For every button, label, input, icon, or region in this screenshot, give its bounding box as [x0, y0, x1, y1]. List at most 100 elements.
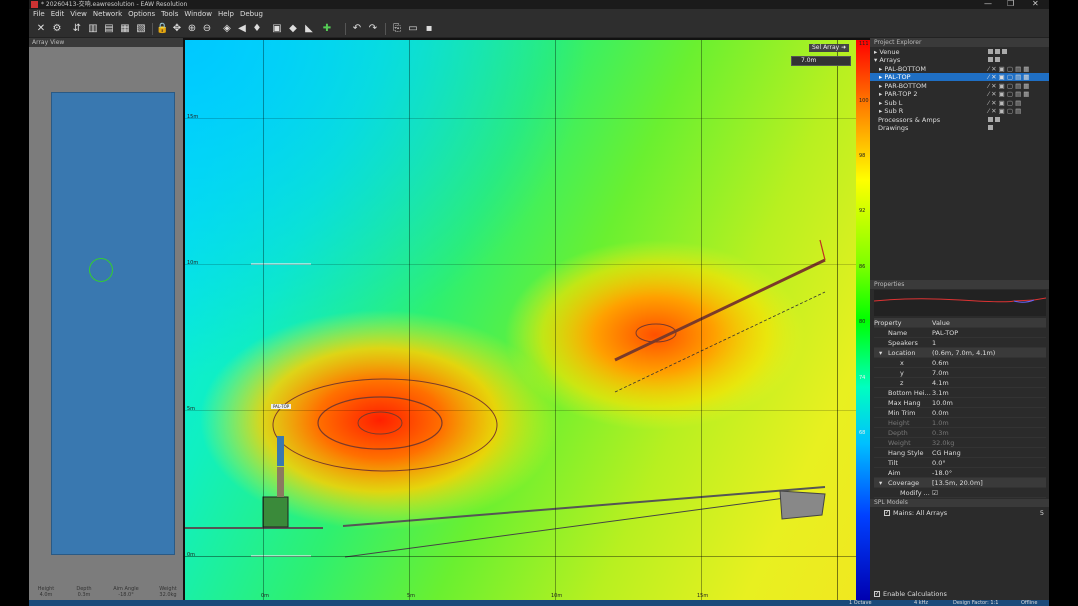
- tree-item-par-top-2[interactable]: ▸ PAR-TOP 2 ⁄ ✕ ▣ ▢ ▤ ▦: [870, 90, 1049, 98]
- tools-icon[interactable]: ✕: [35, 23, 47, 35]
- property-row[interactable]: Modify ... ☑: [874, 488, 1046, 498]
- height-field[interactable]: 7.0m: [791, 56, 851, 66]
- property-row[interactable]: Min Trim 0.0m: [874, 408, 1046, 418]
- property-row[interactable]: Weight 32.0kg: [874, 438, 1046, 448]
- spl-model-checkbox[interactable]: ✓: [884, 510, 890, 516]
- pan-icon[interactable]: ✥: [171, 23, 183, 35]
- menu-tools[interactable]: Tools: [161, 10, 178, 18]
- spl-model-mains[interactable]: ✓ Mains: All Arrays 5: [884, 509, 1044, 517]
- property-key: ▾ Location: [879, 349, 916, 357]
- property-row[interactable]: Bottom Hei... 3.1m: [874, 388, 1046, 398]
- spl-icon[interactable]: ▣: [271, 23, 283, 35]
- property-value[interactable]: 10.0m: [932, 398, 953, 408]
- sel-array-button[interactable]: Sel Array ➜: [809, 44, 850, 52]
- property-row[interactable]: Aim -18.0°: [874, 468, 1046, 478]
- property-value[interactable]: (0.6m, 7.0m, 4.1m): [932, 348, 995, 358]
- menu-options[interactable]: Options: [128, 10, 155, 18]
- open-icon[interactable]: ▭: [407, 23, 419, 35]
- properties-title: Properties: [870, 280, 1049, 289]
- property-row[interactable]: Max Hang 10.0m: [874, 398, 1046, 408]
- close-button[interactable]: ✕: [1032, 0, 1039, 8]
- property-key: Name: [888, 329, 908, 337]
- property-key: Weight: [888, 439, 911, 447]
- maximize-button[interactable]: ❐: [1007, 0, 1014, 8]
- property-row[interactable]: ▾ Coverage [13.5m, 20.0m]: [874, 478, 1046, 488]
- property-row[interactable]: Speakers 1: [874, 338, 1046, 348]
- tree-item-sub-r[interactable]: ▸ Sub R ⁄ ✕ ▣ ▢ ▤: [870, 107, 1049, 115]
- array-icon[interactable]: ⚙: [51, 23, 63, 35]
- tree-item-venue[interactable]: ▸ Venue: [870, 48, 1049, 56]
- tree-item-pal-top[interactable]: ▸ PAL-TOP ⁄ ✕ ▣ ▢ ▤ ▦: [870, 73, 1049, 81]
- zoom-in-icon[interactable]: ⊕: [186, 23, 198, 35]
- property-row[interactable]: ▾ Location (0.6m, 7.0m, 4.1m): [874, 348, 1046, 358]
- property-key: Modify ...: [900, 489, 930, 497]
- property-value[interactable]: 0.0°: [932, 458, 946, 468]
- property-value[interactable]: CG Hang: [932, 448, 961, 458]
- property-value[interactable]: ☑: [932, 488, 938, 498]
- align-icon[interactable]: ⇵: [71, 23, 83, 35]
- property-value[interactable]: 3.1m: [932, 388, 949, 398]
- property-row[interactable]: y 7.0m: [874, 368, 1046, 378]
- property-value[interactable]: 1.0m: [932, 418, 949, 428]
- align-right-icon[interactable]: ▦: [119, 23, 131, 35]
- spl-plot-view[interactable]: 15m 10m 5m 0m 0m 5m 10m 15m PAL-TOP Sel …: [183, 38, 870, 600]
- speaker-icon[interactable]: ◀: [236, 23, 248, 35]
- speaker-tag[interactable]: PAL-TOP: [271, 404, 292, 409]
- enable-calculations[interactable]: ✓ Enable Calculations: [874, 590, 1034, 598]
- measure-icon[interactable]: ◈: [221, 23, 233, 35]
- redo-icon[interactable]: ↷: [367, 23, 379, 35]
- sub-icon[interactable]: ◆: [287, 23, 299, 35]
- minimize-button[interactable]: —: [984, 0, 992, 8]
- property-value[interactable]: 1: [932, 338, 936, 348]
- status-freq[interactable]: 4 kHz: [914, 600, 928, 606]
- property-value[interactable]: 0.0m: [932, 408, 949, 418]
- delay-icon[interactable]: ◣: [303, 23, 315, 35]
- property-value[interactable]: 0.6m: [932, 358, 949, 368]
- status-octave[interactable]: 1 Octave: [849, 600, 872, 606]
- property-value[interactable]: 0.3m: [932, 428, 949, 438]
- align-center-icon[interactable]: ▤: [103, 23, 115, 35]
- toolbar: ✕ ⚙ ⇵ ▥ ▤ ▦ ▧ 🔒 ✥ ⊕ ⊖ ◈ ◀ ♦ ▣ ◆ ◣ ✚ ↶ ↷ …: [29, 20, 1049, 38]
- property-row[interactable]: x 0.6m: [874, 358, 1046, 368]
- property-value[interactable]: 7.0m: [932, 368, 949, 378]
- property-row[interactable]: Name PAL-TOP: [874, 328, 1046, 338]
- undo-icon[interactable]: ↶: [351, 23, 363, 35]
- spl-heatmap[interactable]: 15m 10m 5m 0m 0m 5m 10m 15m PAL-TOP Sel …: [185, 40, 856, 600]
- property-row[interactable]: Depth 0.3m: [874, 428, 1046, 438]
- menu-view[interactable]: View: [70, 10, 87, 18]
- import-icon[interactable]: ⎘: [391, 23, 403, 35]
- align-left-icon[interactable]: ▥: [87, 23, 99, 35]
- array-center-marker[interactable]: [89, 258, 113, 282]
- property-value[interactable]: 4.1m: [932, 378, 949, 388]
- tree-item-sub-l[interactable]: ▸ Sub L ⁄ ✕ ▣ ▢ ▤: [870, 99, 1049, 107]
- property-value[interactable]: PAL-TOP: [932, 328, 958, 338]
- property-row[interactable]: Tilt 0.0°: [874, 458, 1046, 468]
- property-value[interactable]: 32.0kg: [932, 438, 954, 448]
- menu-network[interactable]: Network: [93, 10, 122, 18]
- menu-edit[interactable]: Edit: [51, 10, 65, 18]
- menu-window[interactable]: Window: [184, 10, 212, 18]
- tree-item-pal-bottom[interactable]: ▸ PAL-BOTTOM ⁄ ✕ ▣ ▢ ▤ ▦: [870, 65, 1049, 73]
- lock-icon[interactable]: 🔒: [156, 23, 168, 35]
- zoom-out-icon[interactable]: ⊖: [201, 23, 213, 35]
- property-value[interactable]: -18.0°: [932, 468, 952, 478]
- tree-item-arrays[interactable]: ▾ Arrays: [870, 56, 1049, 64]
- scale-tick-4: 86: [859, 264, 866, 270]
- menu-debug[interactable]: Debug: [240, 10, 263, 18]
- property-row[interactable]: Height 1.0m: [874, 418, 1046, 428]
- array-speaker-box[interactable]: [51, 92, 175, 555]
- menu-file[interactable]: File: [33, 10, 45, 18]
- add-icon[interactable]: ✚: [321, 23, 333, 35]
- tree-item-processors[interactable]: Processors & Amps: [870, 116, 1049, 124]
- enable-calc-checkbox[interactable]: ✓: [874, 591, 880, 597]
- scale-tick-7: 68: [859, 430, 866, 436]
- tree-item-par-bottom[interactable]: ▸ PAR-BOTTOM ⁄ ✕ ▣ ▢ ▤ ▦: [870, 82, 1049, 90]
- save-icon[interactable]: ▪: [423, 23, 435, 35]
- tree-item-drawings[interactable]: Drawings: [870, 124, 1049, 132]
- property-row[interactable]: z 4.1m: [874, 378, 1046, 388]
- property-value[interactable]: [13.5m, 20.0m]: [932, 478, 983, 488]
- property-row[interactable]: Hang Style CG Hang: [874, 448, 1046, 458]
- distribute-icon[interactable]: ▧: [135, 23, 147, 35]
- menu-help[interactable]: Help: [218, 10, 234, 18]
- mic-icon[interactable]: ♦: [251, 23, 263, 35]
